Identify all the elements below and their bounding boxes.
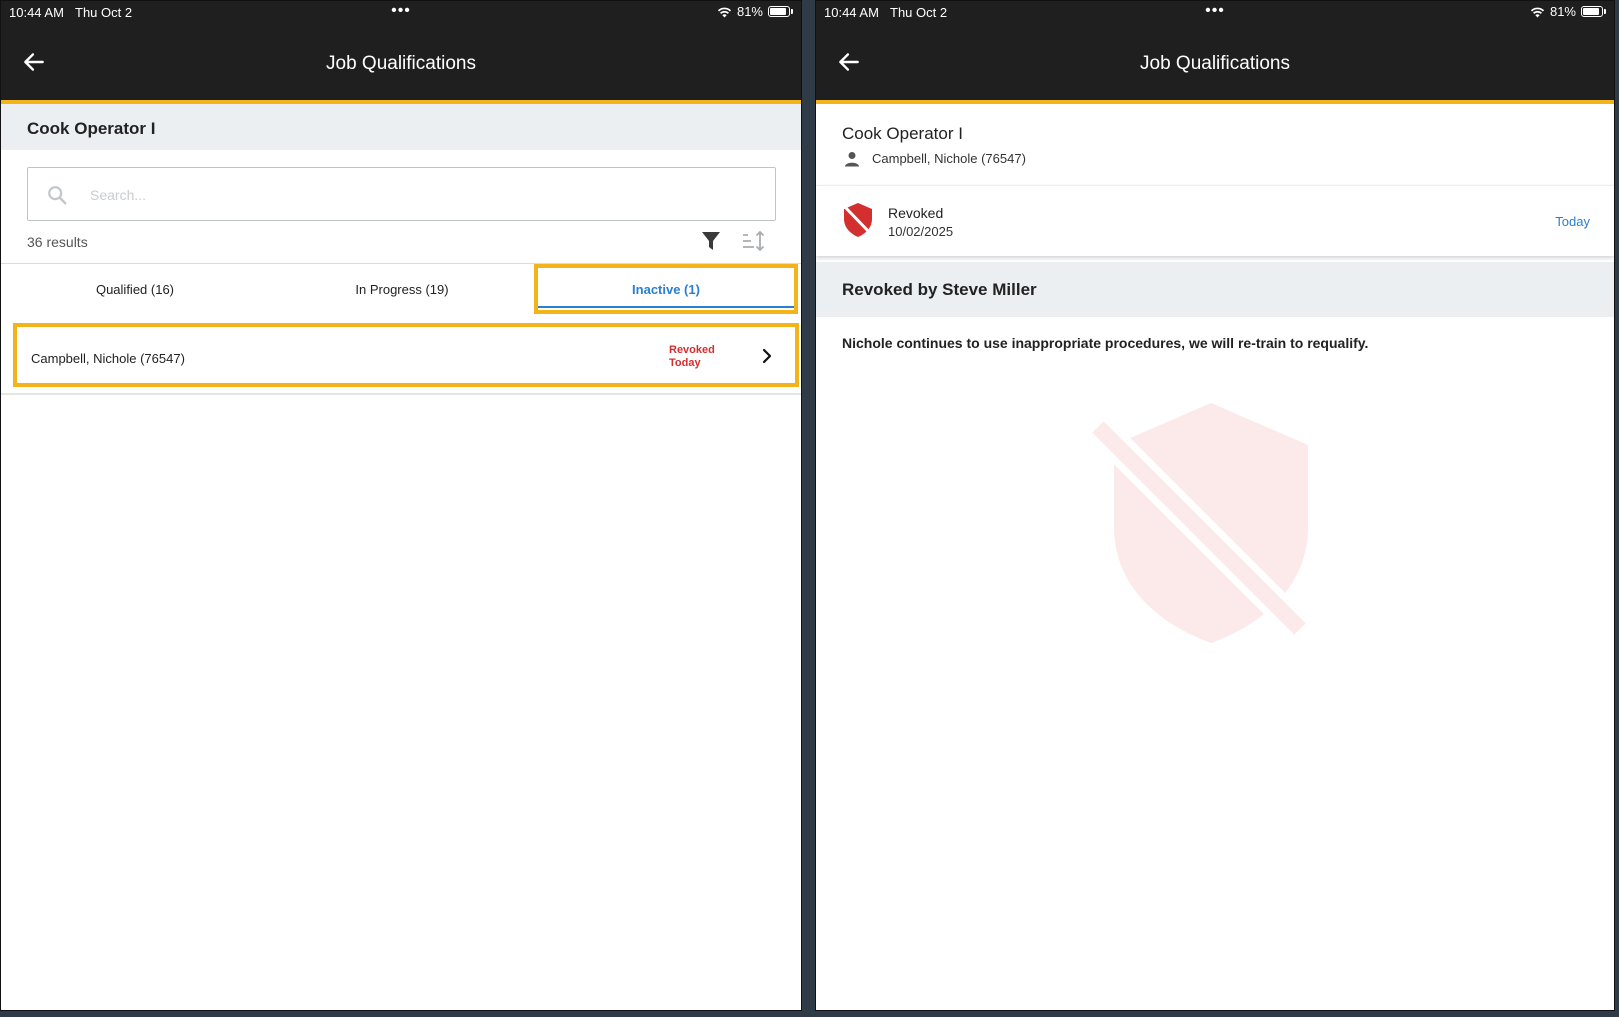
battery-percent: 81% (736, 4, 763, 19)
revoke-note: Nichole continues to use inappropriate p… (842, 335, 1369, 351)
app-bar: 10:44 AM Thu Oct 2 ••• 81% Job Qualifica… (816, 1, 1614, 104)
status-right: 81% (1530, 4, 1606, 19)
job-title: Cook Operator I (27, 119, 156, 138)
right-screen: 10:44 AM Thu Oct 2 ••• 81% Job Qualifica… (815, 0, 1615, 1011)
revoked-shield-icon (843, 203, 873, 237)
wifi-icon (717, 7, 732, 17)
multitask-dots[interactable]: ••• (391, 2, 411, 20)
status-date: 10/02/2025 (888, 224, 954, 239)
status-label: Revoked (888, 205, 944, 221)
list-item-name: Campbell, Nichole (76547) (31, 351, 185, 366)
search-input[interactable] (88, 178, 742, 212)
list-divider (1, 393, 801, 395)
results-count: 36 results (27, 234, 88, 250)
job-header: Cook Operator I (1, 104, 801, 150)
wifi-icon (1530, 7, 1545, 17)
status-time: 10:44 AM (9, 5, 64, 20)
list-item-status-line1: Revoked (669, 344, 715, 356)
selected-tab-indicator (538, 306, 794, 308)
app-bar: 10:44 AM Thu Oct 2 ••• 81% Job Qualifica… (1, 1, 801, 104)
battery-icon (1581, 6, 1603, 17)
status-bar: 10:44 AM Thu Oct 2 ••• 81% (816, 1, 1614, 25)
status-relative-date-link[interactable]: Today (1555, 214, 1590, 229)
battery-icon (768, 6, 790, 17)
multitask-dots[interactable]: ••• (1205, 2, 1225, 20)
person-name: Campbell, Nichole (76547) (872, 151, 1026, 166)
status-card: Revoked 10/02/2025 Today (816, 185, 1614, 256)
page-title: Job Qualifications (1140, 53, 1290, 74)
left-screen: 10:44 AM Thu Oct 2 ••• 81% Job Qualifica… (0, 0, 802, 1011)
revoked-by-text: Revoked by Steve Miller (842, 280, 1037, 299)
filter-icon[interactable] (701, 230, 721, 252)
list-item-status: Revoked Today (669, 344, 715, 370)
qualification-detail-card: Cook Operator I Campbell, Nichole (76547… (816, 104, 1614, 184)
battery-percent: 81% (1549, 4, 1576, 19)
job-title: Cook Operator I (842, 124, 963, 143)
status-date: Thu Oct 2 (75, 5, 133, 20)
search-box[interactable] (27, 167, 776, 221)
status-time: 10:44 AM (824, 5, 879, 20)
sort-icon[interactable] (741, 230, 765, 252)
revoked-by-header: Revoked by Steve Miller (816, 262, 1614, 317)
status-date: Thu Oct 2 (890, 5, 948, 20)
tab-qualified[interactable]: Qualified (16) (1, 264, 269, 314)
list-item[interactable]: Campbell, Nichole (76547) Revoked Today (13, 323, 799, 387)
tab-in-progress[interactable]: In Progress (19) (269, 264, 535, 314)
list-item-status-line2: Today (669, 357, 701, 369)
chevron-right-icon (762, 348, 772, 364)
revoked-shield-watermark-icon (1087, 403, 1311, 643)
status-bar: 10:44 AM Thu Oct 2 ••• 81% (1, 1, 801, 25)
person-icon (845, 152, 859, 167)
search-icon (48, 186, 67, 205)
status-right: 81% (717, 4, 793, 19)
page-title: Job Qualifications (326, 53, 476, 74)
